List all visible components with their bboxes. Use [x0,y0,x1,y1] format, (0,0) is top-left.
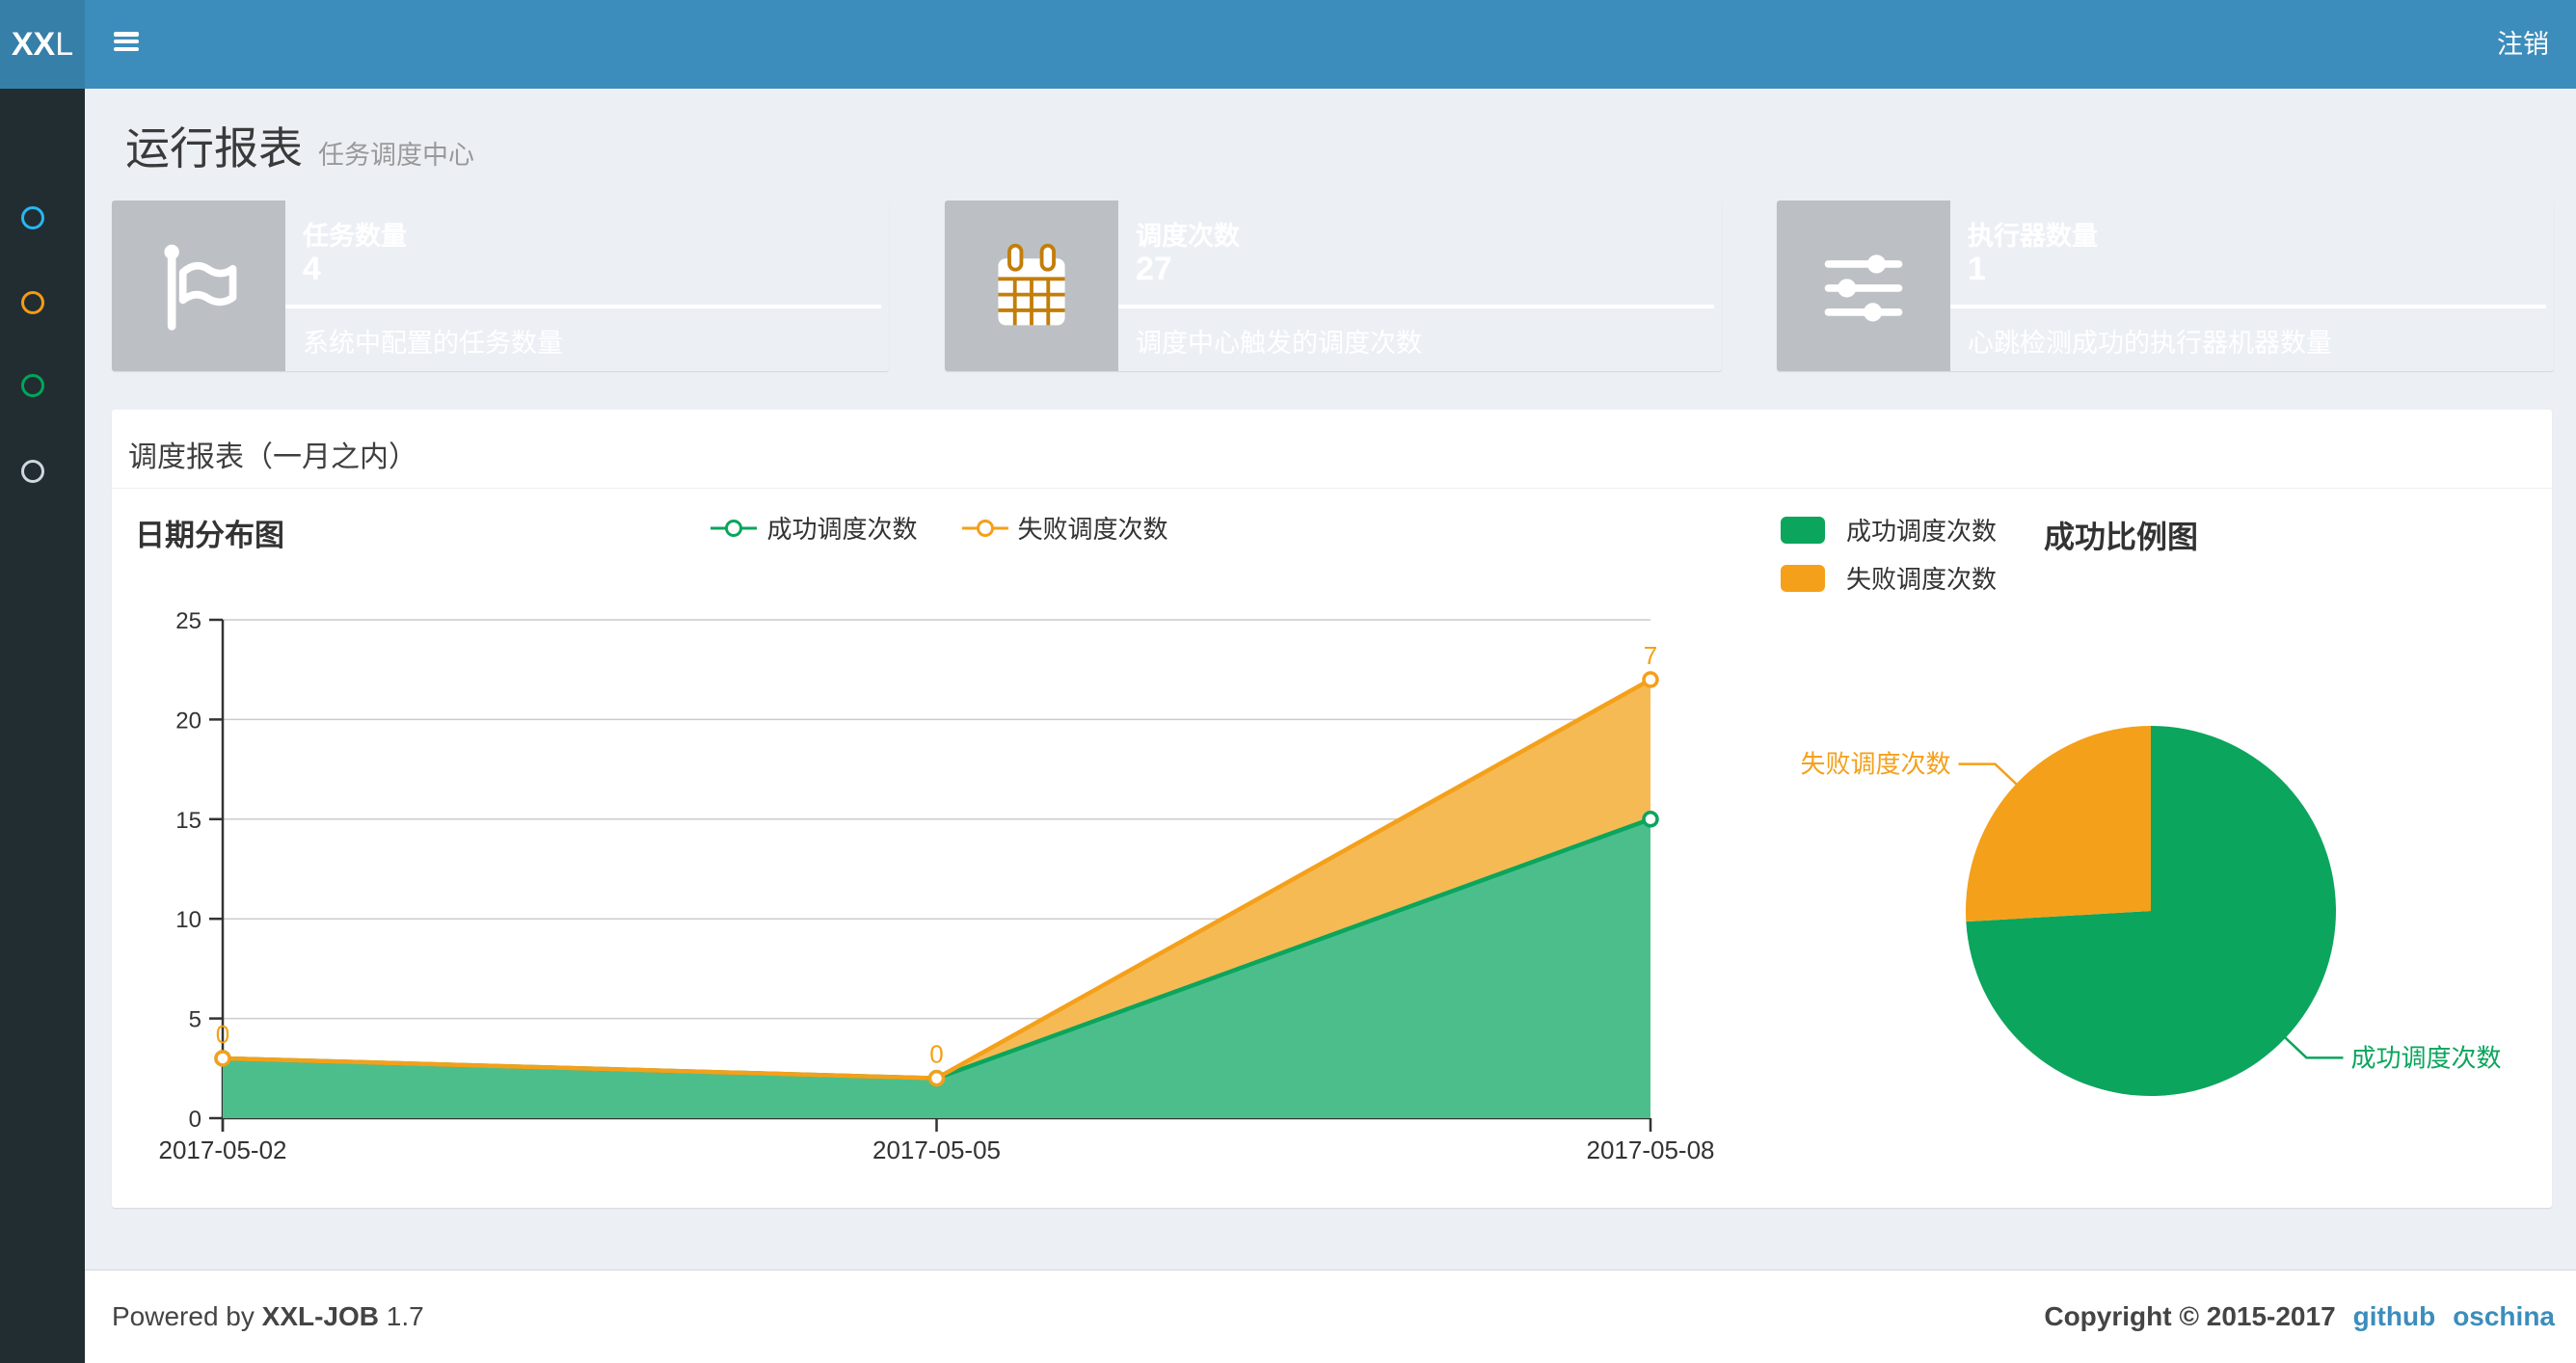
powered-by-text: Powered by XXL-JOB 1.7 [112,1301,424,1331]
info-box-title: 执行器数量 [1968,222,2098,251]
info-box-description: 调度中心触发的调度次数 [1136,329,1422,358]
point-label: 7 [1644,641,1657,670]
pie-label-leader-line [2284,1036,2344,1059]
pie-slice-label: 成功调度次数 [2350,1043,2501,1072]
logout-link[interactable]: 注销 [2497,0,2549,89]
legend-swatch-icon [1781,564,1825,592]
copyright-text: Copyright © 2015-2017 github oschina [2044,1301,2555,1331]
x-axis-tick-label: 2017-05-05 [872,1136,1001,1164]
pie-legend-item-失败调度次数[interactable]: 失败调度次数 [1781,560,1997,596]
point-label: 0 [216,1020,229,1049]
footer: Powered by XXL-JOB 1.7 Copyright © 2015-… [85,1269,2576,1363]
page-subtitle: 任务调度中心 [318,141,474,170]
sidebar-item-menu-1-circle-outline-icon[interactable] [21,205,44,229]
pie-label-leader-line [1958,762,2018,786]
y-axis-tick-label: 0 [189,1107,201,1133]
info-box-description: 系统中配置的任务数量 [303,329,563,358]
point-label: 0 [929,1040,943,1069]
panel-title: 调度报表（一月之内） [128,441,417,473]
pie-slice-失败调度次数 [1966,726,2151,922]
sidebar-item-menu-3-circle-outline-icon[interactable] [21,373,44,397]
sidebar-item-menu-2-circle-outline-icon[interactable] [21,290,44,314]
y-axis-tick-label: 5 [189,1007,201,1033]
info-box-title: 任务数量 [303,222,407,251]
marker-success [1642,811,1659,828]
info-box-title: 调度次数 [1136,222,1240,251]
info-box-value: 4 [303,251,321,287]
marker-fail [214,1050,231,1067]
divider [1118,305,1714,308]
app-logo[interactable]: XX L [0,0,85,89]
sliders-icon [1777,200,1950,371]
date-distribution-area-chart: 05101520252017-05-02 2017-05-05 2017-05-08… [159,608,1715,1164]
github-link[interactable]: github [2353,1301,2436,1331]
info-box-jobs: 任务数量 4 系统中配置的任务数量 [112,200,889,371]
sidebar-item-menu-4-circle-outline-icon[interactable] [21,459,44,483]
top-navbar: XX L 注销 [0,0,2576,89]
y-axis-tick-label: 10 [175,907,201,933]
pie-slice-label: 失败调度次数 [1801,750,1951,779]
logo-bold-text: XX [11,25,56,63]
sidebar-toggle-icon[interactable] [114,32,139,55]
legend-label: 失败调度次数 [1846,565,1998,594]
flag-icon [112,200,285,371]
page-title: 运行报表 [125,123,303,174]
marker-fail [927,1069,946,1087]
pie-legend-item-成功调度次数[interactable]: 成功调度次数 [1781,512,1997,548]
sidebar [0,89,85,1363]
info-box-value: 1 [1968,251,1986,287]
page-header: 运行报表 任务调度中心 [125,114,474,177]
legend-swatch-icon [1781,516,1825,544]
x-axis-tick-label: 2017-05-02 [159,1136,287,1164]
y-axis-tick-label: 20 [175,708,201,734]
pie-chart-legend: 成功调度次数 失败调度次数 [1781,512,1997,608]
info-box-description: 心跳检测成功的执行器机器数量 [1968,329,2332,358]
pie-chart-title: 成功比例图 [2044,520,2199,554]
panel-header: 调度报表（一月之内） [112,410,2552,489]
x-axis-tick-label: 2017-05-08 [1587,1136,1715,1164]
info-box-triggers: 调度次数 27 调度中心触发的调度次数 [945,200,1722,371]
product-name: XXL-JOB [261,1301,380,1331]
y-axis-tick-label: 25 [175,608,201,634]
oschina-link[interactable]: oschina [2453,1301,2555,1331]
divider [285,305,881,308]
info-box-value: 27 [1136,251,1172,287]
logo-light-text: L [55,25,74,63]
legend-label: 成功调度次数 [1846,517,1998,546]
calendar-icon [945,200,1118,371]
y-axis-tick-label: 15 [175,808,201,834]
divider [1950,305,2546,308]
info-box-executors: 执行器数量 1 心跳检测成功的执行器机器数量 [1777,200,2554,371]
product-version: 1.7 [386,1301,424,1331]
marker-fail [1642,671,1659,688]
